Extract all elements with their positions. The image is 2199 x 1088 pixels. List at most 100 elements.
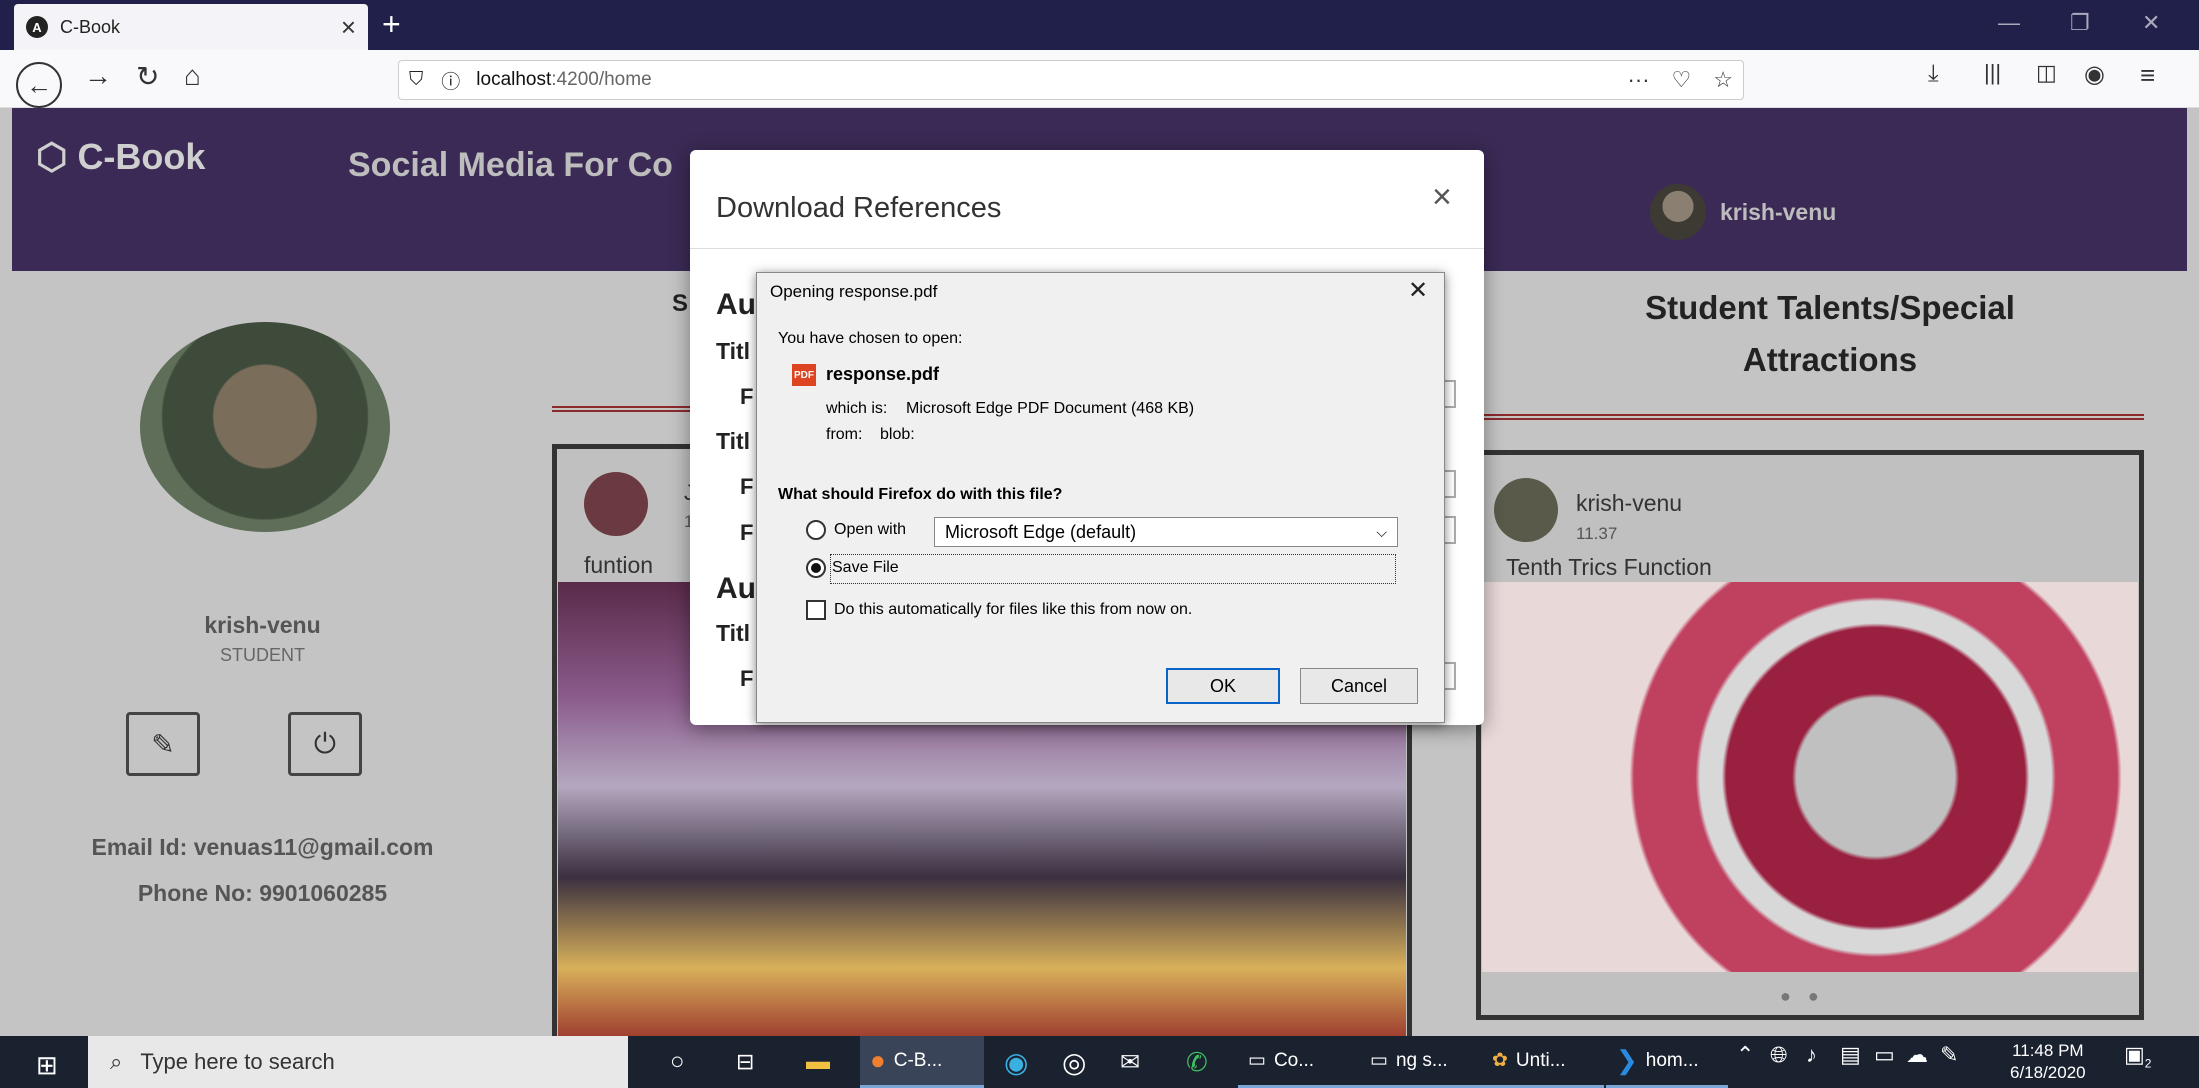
menu-icon[interactable]: ≡ [2140,60,2155,91]
profile-phone: Phone No: 9901060285 [137,880,388,906]
notification-center-icon[interactable]: ▣2 [2124,1042,2151,1070]
shield-icon[interactable]: ⛉ [409,69,423,91]
pocket-icon[interactable]: ♡ [1672,67,1692,93]
info-icon[interactable]: ⓘ [441,67,460,94]
pdf-file-icon: PDF [792,364,816,386]
taskbar-clock[interactable]: 11:48 PM 6/18/2020 [2010,1040,2086,1084]
save-file-radio[interactable]: Save File [806,558,899,578]
taskbar-cmd-2[interactable]: ▭ ng s... [1360,1036,1482,1088]
auto-checkbox[interactable]: Do this automatically for files like thi… [806,600,1192,620]
battery-icon[interactable]: ▭ [1874,1042,1895,1068]
radio-button-selected[interactable] [806,558,826,578]
task-view-icon[interactable]: ⊟ [726,1036,764,1088]
avatar [584,472,648,536]
dialog-from-value: blob: [880,426,915,443]
reload-button[interactable]: ↻ [136,60,159,93]
modal-text: F [740,520,754,545]
close-window-icon[interactable]: ✕ [2142,10,2160,36]
sidebar-icon[interactable]: ◫ [2036,60,2057,86]
windows-start-icon[interactable]: ⊞ [36,1050,58,1081]
logout-button[interactable]: ⏻ [288,712,362,776]
modal-text: F [740,474,754,499]
open-with-radio[interactable]: Open with [806,520,906,540]
brand-logo[interactable]: ⬡ C-Book [36,136,205,178]
modal-text: Titl [716,620,751,646]
edit-profile-button[interactable]: ✎ [126,712,200,776]
chrome-icon[interactable]: ◎ [1052,1036,1096,1088]
taskbar-firefox[interactable]: ● C-B... [860,1036,984,1088]
modal-divider [690,248,1484,249]
mail-icon[interactable]: ✉ [1110,1036,1150,1088]
tab-title: C-Book [60,16,121,37]
library-icon[interactable]: ||| [1984,60,2001,86]
home-button[interactable]: ⌂ [184,60,201,92]
downloads-icon[interactable]: ⤓ [1928,60,1939,88]
dialog-which-is-value: Microsoft Edge PDF Document (468 KB) [906,400,1195,417]
taskbar-vscode[interactable]: ❯ hom... [1606,1036,1728,1088]
cloud-icon[interactable]: ☁ [1906,1042,1928,1068]
save-file-focus-outline [830,554,1396,584]
angular-icon: A [26,16,48,38]
avatar [1494,478,1558,542]
screen: A C-Book × + — ❐ ✕ ← → ↻ ⌂ ⛉ ⓘ localhost… [0,0,2199,1088]
pen-icon[interactable]: ✎ [1940,1042,1958,1068]
notepad-icon[interactable]: ▤ [1840,1042,1861,1068]
app-tagline: Social Media For Co [348,146,673,184]
bookmark-star-icon[interactable]: ☆ [1713,67,1733,93]
modal-text: F [740,666,754,691]
dialog-close-icon[interactable]: ✕ [1408,276,1428,305]
profile-role: STUDENT [220,645,305,665]
carousel-dots[interactable]: ● ● [1780,986,1825,1007]
terminal-icon: ▭ [1248,1050,1266,1071]
avatar [1650,184,1706,240]
modal-text: Au [716,572,756,605]
dialog-chosen-text: You have chosen to open: [778,330,963,347]
open-with-app-select[interactable]: Microsoft Edge (default) ⌵ [934,517,1398,547]
checkbox[interactable] [806,600,826,620]
url-host: localhost [476,69,552,90]
firefox-icon: ● [870,1045,886,1075]
ok-button[interactable]: OK [1166,668,1280,704]
file-explorer-icon[interactable]: ▬ [796,1036,840,1088]
close-tab-icon[interactable]: × [341,12,356,43]
dialog-question: What should Firefox do with this file? [778,486,1063,503]
talent-post-image[interactable] [1482,582,2138,972]
edge-icon[interactable]: ◉ [994,1036,1038,1088]
back-button[interactable]: ← [16,62,62,108]
taskbar-paint[interactable]: ✿ Unti... [1482,1036,1604,1088]
page-actions-icon[interactable]: ··· [1628,67,1650,93]
feed-divider [552,406,692,412]
talent-post-time: 11.37 [1576,524,1618,543]
talent-post-title: Tenth Trics Function [1506,554,1712,580]
radio-button[interactable] [806,520,826,540]
cortana-icon[interactable]: ○ [660,1036,695,1088]
taskbar-cmd-1[interactable]: ▭ Co... [1238,1036,1360,1088]
url-bar[interactable]: ⛉ ⓘ localhost:4200/home ··· ♡ ☆ [398,60,1744,100]
header-user[interactable]: krish-venu [1650,184,1836,240]
globe-icon[interactable]: 🌐︎ [1770,1042,1788,1068]
chevron-down-icon: ⌵ [1376,523,1387,540]
volume-icon[interactable]: ♪ [1806,1042,1817,1068]
new-tab-button[interactable]: + [382,6,401,43]
browser-tab[interactable]: A C-Book × [14,4,368,50]
modal-close-icon[interactable]: × [1432,178,1452,217]
whatsapp-icon[interactable]: ✆ [1176,1036,1218,1088]
restore-icon[interactable]: ❐ [2070,10,2090,36]
chevron-up-icon[interactable]: ⌃ [1736,1042,1754,1068]
taskbar-search[interactable]: ⌕ Type here to search [88,1036,628,1088]
post-title: funtion [584,552,654,578]
modal-text: F [740,384,754,409]
account-icon[interactable]: ◉ [2084,60,2105,89]
minimize-icon[interactable]: — [1998,10,2020,36]
modal-title: Download References [716,192,1002,224]
talents-heading: Student Talents/Special Attractions [1645,289,2015,378]
vscode-icon: ❯ [1616,1045,1638,1075]
modal-text: Titl [716,428,751,454]
paint-icon: ✿ [1492,1050,1508,1071]
cancel-button[interactable]: Cancel [1300,668,1418,704]
forward-button[interactable]: → [84,60,112,92]
edit-icon: ✎ [151,728,175,760]
talent-post-author: krish-venu [1576,490,1683,516]
search-icon: ⌕ [110,1049,123,1074]
talents-divider [1484,414,2144,420]
